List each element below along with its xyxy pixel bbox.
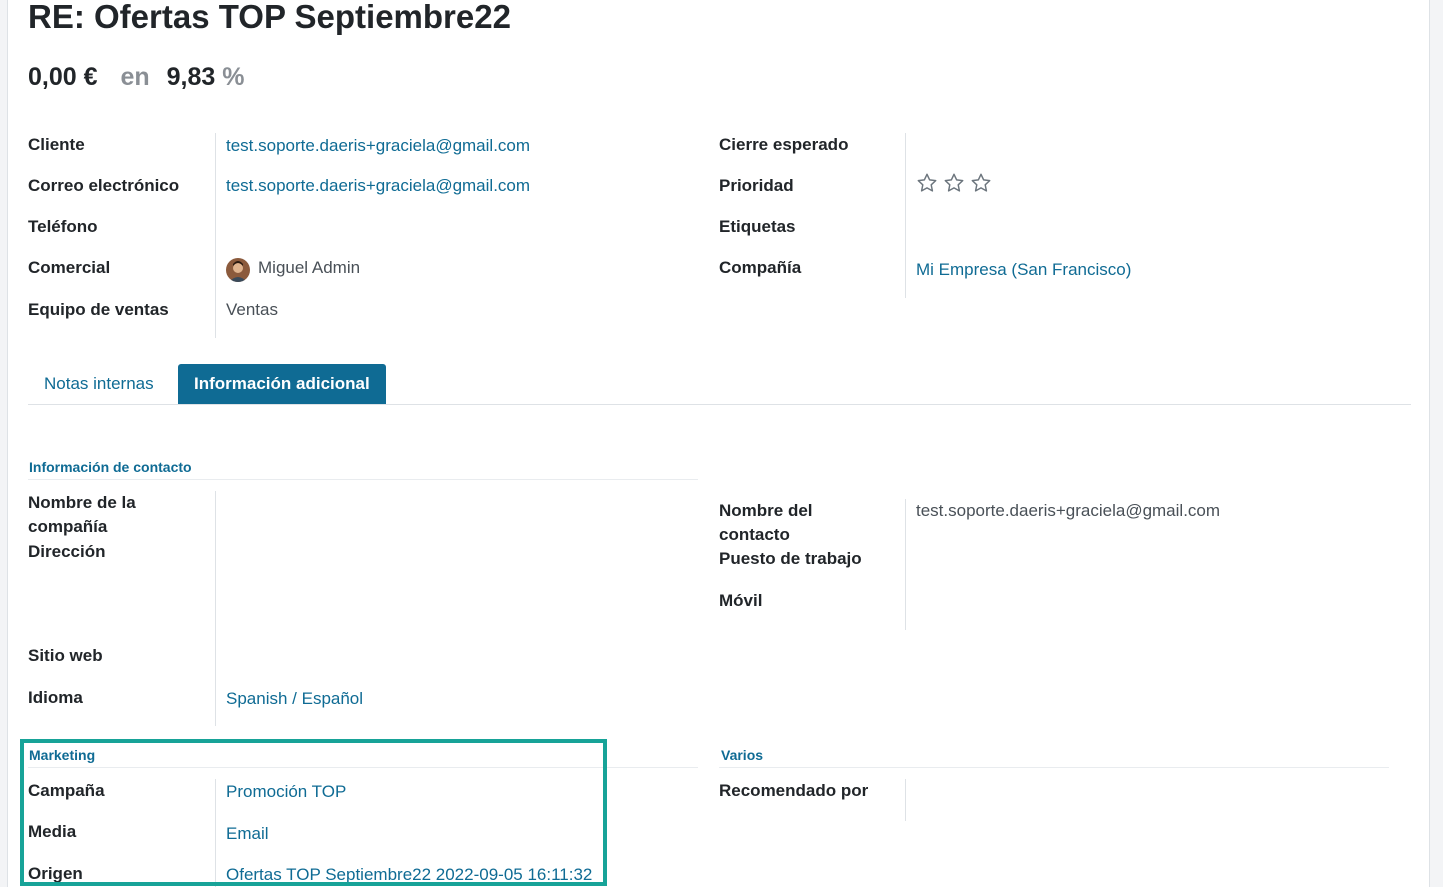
company-name-label-line1: Nombre de la [28,493,136,512]
phone-field[interactable] [226,215,686,239]
job-position-field[interactable] [916,547,1396,571]
column-divider [215,133,216,338]
star-icon[interactable] [970,172,992,194]
priority-widget [916,172,992,194]
company-name-field[interactable] [226,491,686,515]
marketing-section-title: Marketing [29,747,96,763]
cierre-label: Cierre esperado [719,135,849,154]
prioridad-label: Prioridad [719,176,794,195]
probability-unit: % [222,63,245,91]
contact-name-field[interactable]: test.soporte.daeris+graciela@gmail.com [916,499,1220,523]
movil-label: Móvil [719,591,763,610]
recomendado-label: Recomendado por [719,781,869,800]
column-divider [215,779,216,887]
contact-section-title: Información de contacto [29,459,192,475]
comercial-label: Comercial [28,258,111,277]
media-label: Media [28,822,77,841]
cliente-field[interactable]: test.soporte.daeris+graciela@gmail.com [226,134,530,158]
etiquetas-label: Etiquetas [719,217,796,236]
column-divider [905,499,906,630]
column-divider [905,779,906,821]
avatar [226,258,250,282]
section-divider [719,767,1389,768]
section-divider [28,767,698,768]
opportunity-title[interactable]: RE: Ofertas TOP Septiembre22 [28,0,511,36]
source-field[interactable]: Ofertas TOP Septiembre22 2022-09-05 16:1… [226,863,592,887]
star-icon[interactable] [943,172,965,194]
section-divider [28,479,698,480]
expected-revenue[interactable]: 0,00 € [28,63,98,91]
website-field[interactable] [226,644,686,668]
sales-team-field[interactable]: Ventas [226,298,278,322]
column-divider [905,133,906,298]
sitio-web-label: Sitio web [28,646,103,665]
tabs-divider [28,404,1411,405]
idioma-label: Idioma [28,688,83,707]
form-sheet: RE: Ofertas TOP Septiembre22 0,00 € en 9… [7,0,1430,887]
tab-informacion-adicional[interactable]: Información adicional [178,364,386,404]
amount-row: 0,00 € en 9,83 % [28,63,244,92]
salesperson-field[interactable]: Miguel Admin [258,256,360,280]
medium-field[interactable]: Email [226,822,269,846]
telefono-label: Teléfono [28,217,98,236]
equipo-label: Equipo de ventas [28,300,169,319]
contact-name-label-line1: Nombre del [719,501,813,520]
email-field[interactable]: test.soporte.daeris+graciela@gmail.com [226,174,530,198]
varios-section-title: Varios [721,747,764,763]
company-name-label-line2: compañía [28,517,108,536]
address-field[interactable] [226,540,686,620]
origen-label: Origen [28,864,83,883]
column-divider [215,491,216,726]
direccion-label: Dirección [28,542,106,561]
compania-label: Compañía [719,258,802,277]
referred-by-field[interactable] [916,779,1396,803]
puesto-label: Puesto de trabajo [719,549,862,568]
probability-value[interactable]: 9,83 [167,63,216,91]
campaign-field[interactable]: Promoción TOP [226,780,346,804]
correo-label: Correo electrónico [28,176,180,195]
expected-closing-field[interactable] [916,133,1216,157]
cliente-label: Cliente [28,135,85,154]
mobile-field[interactable] [916,589,1396,613]
contact-name-label-line2: contacto [719,525,790,544]
tags-field[interactable] [916,215,1396,239]
tab-notas-internas[interactable]: Notas internas [28,364,170,404]
campana-label: Campaña [28,781,105,800]
star-icon[interactable] [916,172,938,194]
company-field[interactable]: Mi Empresa (San Francisco) [916,258,1131,282]
language-field[interactable]: Spanish / Español [226,687,363,711]
amount-connector: en [120,63,150,91]
